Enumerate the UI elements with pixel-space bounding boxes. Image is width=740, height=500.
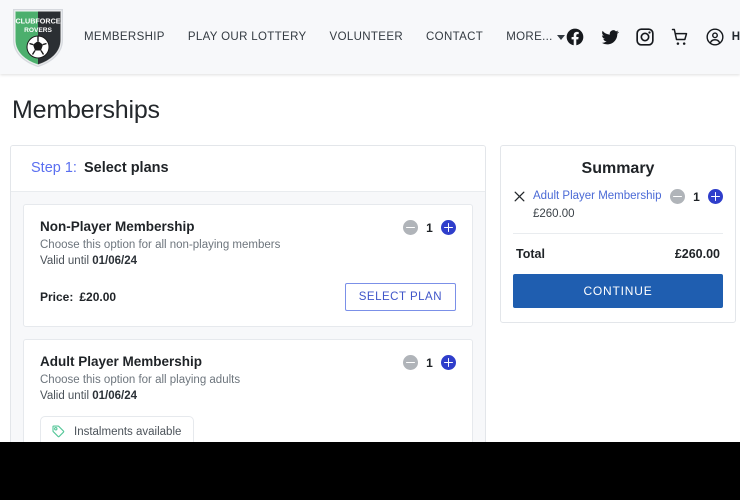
summary-total-value: £260.00 [674, 247, 720, 261]
user-circle-icon [706, 28, 724, 46]
decrease-quantity-button[interactable] [403, 355, 418, 370]
plan-card-non-player: Non-Player Membership Choose this option… [23, 204, 473, 327]
summary-item-price: £260.00 [533, 208, 575, 220]
quantity-value: 1 [693, 189, 700, 204]
plan-card-adult-player: Adult Player Membership Choose this opti… [23, 339, 473, 442]
step-title-label: Select plans [83, 160, 169, 176]
svg-text:CLUBFORCE: CLUBFORCE [15, 17, 60, 26]
page-body: Memberships Step 1: Select plans Non-Pla… [0, 74, 740, 442]
facebook-icon[interactable] [565, 27, 585, 47]
twitter-icon[interactable] [600, 27, 620, 47]
close-icon[interactable] [513, 190, 526, 203]
summary-total-row: Total £260.00 [513, 234, 723, 261]
summary-item-name[interactable]: Adult Player Membership [533, 190, 663, 202]
plan-card-footer: Price: £20.00 SELECT PLAN [40, 283, 456, 311]
shopping-cart-icon[interactable] [670, 27, 690, 47]
main-navigation: MEMBERSHIP PLAY OUR LOTTERY VOLUNTEER CO… [84, 31, 565, 43]
summary-total-label: Total [516, 247, 545, 261]
svg-text:ROVERS: ROVERS [24, 27, 52, 34]
quantity-value: 1 [426, 220, 433, 235]
plan-name: Adult Player Membership [40, 354, 203, 369]
summary-quantity-stepper: 1 [670, 188, 723, 204]
nav-more-dropdown[interactable]: MORE... [506, 31, 565, 43]
nav-contact[interactable]: CONTACT [426, 31, 483, 43]
step-header: Step 1: Select plans [11, 146, 485, 192]
increase-quantity-button[interactable] [441, 355, 456, 370]
club-logo[interactable]: CLUBFORCE ROVERS [10, 6, 66, 68]
instagram-icon[interactable] [635, 27, 655, 47]
plan-validity-date: 01/06/24 [92, 255, 137, 267]
tag-icon [52, 425, 65, 438]
plan-info: Non-Player Membership Choose this option… [40, 219, 403, 267]
summary-title: Summary [581, 160, 655, 177]
instalments-badge-label: Instalments available [74, 425, 182, 438]
decrease-quantity-button[interactable] [670, 189, 685, 204]
nav-play-our-lottery[interactable]: PLAY OUR LOTTERY [188, 31, 307, 43]
continue-button[interactable]: CONTINUE [513, 274, 723, 308]
plan-validity-prefix: Valid until [40, 255, 93, 267]
account-menu[interactable]: HELLO JACK [705, 27, 740, 47]
plans-panel: Step 1: Select plans Non-Player Membersh… [10, 145, 486, 442]
nav-membership[interactable]: MEMBERSHIP [84, 31, 165, 43]
browser-viewport: CLUBFORCE ROVERS MEMBERSHIP PLAY OUR LOT… [0, 0, 740, 442]
header-actions: HELLO JACK [565, 27, 740, 47]
content-columns: Step 1: Select plans Non-Player Membersh… [10, 145, 736, 442]
nav-more-label: MORE... [506, 31, 553, 43]
plan-card-header: Adult Player Membership Choose this opti… [40, 354, 456, 402]
plan-validity-prefix: Valid until [40, 390, 93, 402]
plan-description: Choose this option for all non-playing m… [40, 239, 281, 251]
quantity-stepper: 1 [403, 354, 456, 370]
plan-card-header: Non-Player Membership Choose this option… [40, 219, 456, 267]
plan-price-value: £20.00 [79, 290, 117, 304]
plan-price: Price: £20.00 [40, 290, 116, 304]
select-plan-button[interactable]: SELECT PLAN [344, 283, 456, 311]
summary-line-item: Adult Player Membership 1 [513, 188, 723, 204]
increase-quantity-button[interactable] [441, 220, 456, 235]
quantity-stepper: 1 [403, 219, 456, 235]
decrease-quantity-button[interactable] [403, 220, 418, 235]
nav-volunteer[interactable]: VOLUNTEER [330, 31, 403, 43]
increase-quantity-button[interactable] [708, 189, 723, 204]
chevron-down-icon [556, 34, 565, 40]
plan-validity-date: 01/06/24 [92, 390, 137, 402]
plan-price-label: Price: [40, 290, 74, 304]
quantity-value: 1 [426, 355, 433, 370]
plan-info: Adult Player Membership Choose this opti… [40, 354, 403, 402]
step-number-label: Step 1: [31, 160, 77, 176]
plan-description: Choose this option for all playing adult… [40, 374, 241, 386]
instalments-badge: Instalments available [40, 416, 195, 442]
account-name-label: HELLO JACK [731, 31, 740, 43]
site-header: CLUBFORCE ROVERS MEMBERSHIP PLAY OUR LOT… [0, 0, 740, 74]
page-title: Memberships [12, 96, 160, 124]
plan-validity: Valid until 01/06/24 [40, 390, 403, 402]
plan-validity: Valid until 01/06/24 [40, 255, 403, 267]
summary-panel: Summary Adult Player Membership 1 £260.0… [500, 145, 736, 323]
plans-list: Non-Player Membership Choose this option… [11, 192, 485, 442]
plan-name: Non-Player Membership [40, 219, 195, 234]
